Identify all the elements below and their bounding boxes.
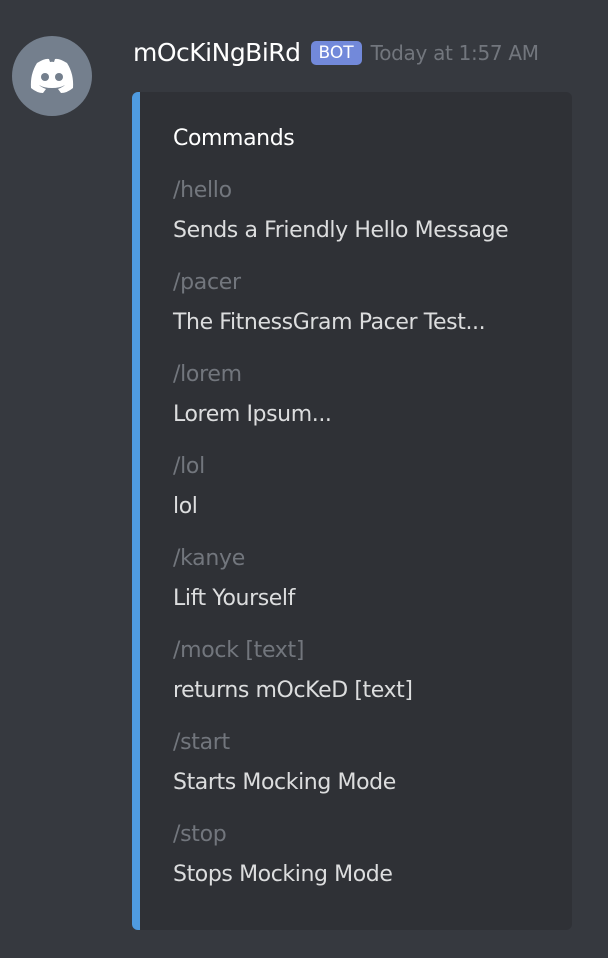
field-name: /mock [text] bbox=[173, 638, 305, 663]
bot-badge: BOT bbox=[310, 40, 362, 65]
username[interactable]: mOcKiNgBiRd bbox=[133, 38, 301, 67]
field-value: Sends a Friendly Hello Message bbox=[173, 218, 509, 243]
field-value: Starts Mocking Mode bbox=[173, 770, 396, 795]
field-value: returns mOcKeD [text] bbox=[173, 678, 413, 703]
timestamp: Today at 1:57 AM bbox=[370, 40, 539, 65]
embed-field: /start Starts Mocking Mode bbox=[173, 730, 396, 795]
embed-field: /kanye Lift Yourself bbox=[173, 546, 295, 611]
field-name: /lorem bbox=[173, 362, 242, 387]
field-name: /hello bbox=[173, 178, 232, 203]
discord-logo-icon bbox=[30, 58, 74, 93]
field-value: lol bbox=[173, 494, 198, 519]
embed-field: /lorem Lorem Ipsum... bbox=[173, 362, 332, 427]
embed-field: /hello Sends a Friendly Hello Message bbox=[173, 178, 509, 243]
field-value: Lorem Ipsum... bbox=[173, 402, 332, 427]
field-name: /kanye bbox=[173, 546, 245, 571]
embed-field: /stop Stops Mocking Mode bbox=[173, 822, 393, 887]
embed-title: Commands bbox=[173, 126, 295, 151]
message-header: mOcKiNgBiRd BOT Today at 1:57 AM bbox=[133, 38, 539, 67]
field-value: Stops Mocking Mode bbox=[173, 862, 393, 887]
embed-field: /pacer The FitnessGram Pacer Test... bbox=[173, 270, 486, 335]
field-name: /pacer bbox=[173, 270, 241, 295]
embed: Commands /hello Sends a Friendly Hello Me… bbox=[132, 92, 572, 930]
embed-field: /lol lol bbox=[173, 454, 205, 519]
field-value: Lift Yourself bbox=[173, 586, 295, 611]
avatar[interactable] bbox=[12, 36, 92, 116]
embed-field: /mock [text] returns mOcKeD [text] bbox=[173, 638, 413, 703]
field-name: /lol bbox=[173, 454, 205, 479]
field-value: The FitnessGram Pacer Test... bbox=[173, 310, 486, 335]
field-name: /start bbox=[173, 730, 230, 755]
field-name: /stop bbox=[173, 822, 227, 847]
